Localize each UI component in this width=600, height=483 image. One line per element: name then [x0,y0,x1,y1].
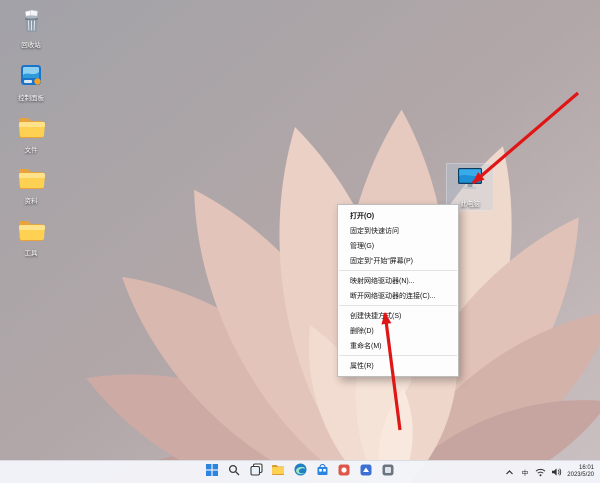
store-icon [316,463,329,481]
menu-item-manage[interactable]: 管理(G) [338,238,458,253]
pinned-app-blue-button[interactable] [358,464,375,481]
desktop-icon-column: 回收站 控制面板 文件 [3,8,59,257]
folder-icon [17,219,45,248]
file-explorer-icon [271,463,285,481]
folder-icon [17,116,45,145]
clock-time: 16:01 [579,465,594,471]
pinned-app-red-button[interactable] [336,464,353,481]
network-icon[interactable] [535,465,546,479]
edge-icon [294,463,307,481]
desktop-icon-folder-3[interactable]: 工具 [3,219,59,257]
wallpaper-bloom [0,0,600,483]
start-button[interactable] [204,464,221,481]
menu-item-map-network-drive[interactable]: 映射网络驱动器(N)... [338,273,458,288]
this-pc-monitor-icon [455,166,485,197]
recycle-bin-icon [18,8,45,40]
menu-item-properties[interactable]: 属性(R) [338,358,458,373]
desktop-icon-label: 资料 [25,198,38,205]
menu-item-delete[interactable]: 删除(D) [338,323,458,338]
desktop-icon-folder-2[interactable]: 资料 [3,167,59,205]
search-icon [228,463,240,481]
desktop-icon-label: 控制面板 [18,95,44,102]
menu-item-pin-quick-access[interactable]: 固定到快速访问 [338,223,458,238]
desktop-icon-label: 回收站 [21,42,41,49]
task-view-button[interactable] [248,464,265,481]
desktop-icon-control-panel[interactable]: 控制面板 [3,62,59,102]
desktop-icon-label: 文件 [25,147,38,154]
desktop-icon-folder-1[interactable]: 文件 [3,116,59,154]
ime-indicator[interactable]: 中 [520,466,531,478]
taskbar-search-button[interactable] [226,464,243,481]
app-gray-icon [382,463,394,481]
file-explorer-button[interactable] [270,464,287,481]
volume-icon[interactable] [551,465,562,479]
menu-separator [339,355,457,356]
menu-item-disconnect-network-drive[interactable]: 断开网络驱动器的连接(C)... [338,288,458,303]
menu-separator [339,305,457,306]
store-button[interactable] [314,464,331,481]
clock-date: 2023/5/20 [567,472,594,478]
system-tray: 中 16:01 2023/5/20 [504,461,597,483]
taskbar: 中 16:01 2023/5/20 [0,460,600,483]
menu-item-pin-to-start[interactable]: 固定到“开始”屏幕(P) [338,253,458,268]
menu-separator [339,270,457,271]
desktop-icon-label: 工具 [25,250,38,257]
app-red-icon [338,463,350,481]
edge-button[interactable] [292,464,309,481]
folder-icon [17,167,45,196]
context-menu: 打开(O) 固定到快速访问 管理(G) 固定到“开始”屏幕(P) 映射网络驱动器… [337,204,459,377]
menu-item-open[interactable]: 打开(O) [338,208,458,223]
start-icon [206,463,218,481]
control-panel-icon [18,62,44,93]
menu-item-create-shortcut[interactable]: 创建快捷方式(S) [338,308,458,323]
task-view-icon [250,463,263,481]
taskbar-clock[interactable]: 16:01 2023/5/20 [567,465,597,480]
pinned-app-gray-button[interactable] [380,464,397,481]
app-blue-icon [360,463,372,481]
desktop-icon-label: 此电脑 [460,198,480,208]
menu-item-rename[interactable]: 重命名(M) [338,338,458,353]
desktop-icon-recycle-bin[interactable]: 回收站 [3,8,59,49]
tray-chevron-up-button[interactable] [504,465,515,479]
